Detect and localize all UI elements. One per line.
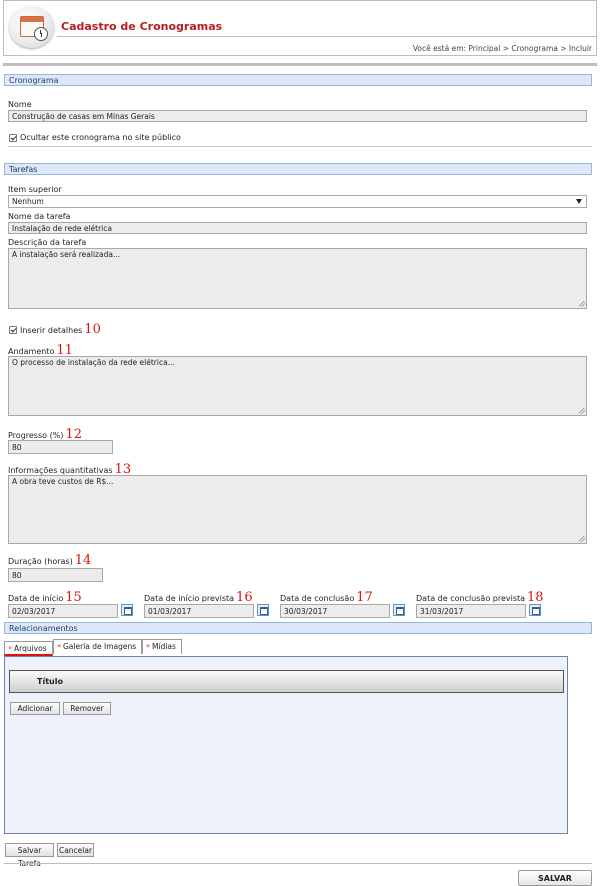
tab-midias[interactable]: » Mídias bbox=[142, 639, 182, 654]
data-conclusao-label: Data de conclusão 17 bbox=[280, 590, 373, 605]
descricao-textarea[interactable]: A instalação será realizada... bbox=[8, 248, 587, 309]
inserir-detalhes-text: Inserir detalhes bbox=[20, 326, 83, 335]
duracao-input[interactable]: 80 bbox=[8, 568, 103, 582]
inserir-detalhes-checkbox[interactable] bbox=[9, 326, 17, 334]
section-relacionamentos: Relacionamentos bbox=[4, 622, 592, 634]
item-superior-select[interactable]: Nenhum bbox=[8, 195, 587, 208]
remover-button[interactable]: Remover bbox=[63, 702, 111, 715]
annotation-number: 18 bbox=[527, 590, 544, 605]
tab-label: Galeria de Imagens bbox=[63, 642, 137, 651]
calendar-icon[interactable] bbox=[121, 604, 133, 616]
tab-galeria-imagens[interactable]: » Galeria de Imagens bbox=[53, 639, 142, 654]
andamento-text: Andamento bbox=[8, 347, 55, 356]
calendar-icon[interactable] bbox=[529, 604, 541, 616]
data-conclusao-input[interactable]: 30/03/2017 bbox=[280, 604, 390, 618]
annotation-number: 15 bbox=[65, 590, 82, 605]
chevron-down-icon: » bbox=[146, 642, 151, 650]
andamento-textarea[interactable]: O processo de instalação da rede elétric… bbox=[8, 356, 587, 416]
calendar-clock-icon bbox=[9, 6, 54, 48]
data-inicio-label: Data de início 15 bbox=[8, 590, 82, 605]
annotation-number: 16 bbox=[236, 590, 253, 605]
nome-input[interactable]: Construção de casas em Minas Gerais bbox=[8, 110, 587, 122]
descricao-value: A instalação será realizada... bbox=[12, 250, 121, 259]
data-inicio-prevista-text: Data de início prevista bbox=[144, 594, 235, 603]
data-conclusao-text: Data de conclusão bbox=[280, 594, 355, 603]
annotation-number: 10 bbox=[84, 322, 101, 337]
duracao-label: Duração (horas) 14 bbox=[8, 553, 91, 568]
nome-label: Nome bbox=[8, 100, 32, 109]
section-cronograma: Cronograma bbox=[4, 74, 592, 86]
resize-grip-icon[interactable] bbox=[579, 301, 585, 307]
inserir-detalhes-label: Inserir detalhes 10 bbox=[20, 322, 101, 337]
tab-arquivos[interactable]: » Arquivos bbox=[4, 641, 53, 656]
header-bottom-bar bbox=[3, 63, 597, 66]
nome-tarefa-label: Nome da tarefa bbox=[8, 212, 71, 221]
duracao-text: Duração (horas) bbox=[8, 557, 73, 566]
annotation-number: 14 bbox=[74, 553, 92, 568]
andamento-value: O processo de instalação da rede elétric… bbox=[12, 358, 175, 367]
info-quant-textarea[interactable]: A obra teve custos de R$... bbox=[8, 475, 587, 544]
divider bbox=[8, 146, 592, 147]
progresso-text: Progresso (%) bbox=[8, 431, 64, 440]
chevron-down-icon bbox=[576, 199, 582, 204]
divider bbox=[4, 863, 592, 864]
data-inicio-prevista-label: Data de início prevista 16 bbox=[144, 590, 253, 605]
tab-label: Arquivos bbox=[14, 644, 47, 653]
adicionar-button[interactable]: Adicionar bbox=[10, 702, 60, 715]
data-inicio-input[interactable]: 02/03/2017 bbox=[8, 604, 118, 618]
chevron-down-icon: » bbox=[57, 642, 62, 650]
page-title: Cadastro de Cronogramas bbox=[61, 20, 223, 33]
calendar-icon[interactable] bbox=[257, 604, 269, 616]
chevron-down-icon: » bbox=[8, 644, 13, 652]
header-divider bbox=[57, 36, 596, 37]
progresso-input[interactable]: 80 bbox=[8, 440, 113, 454]
info-quant-value: A obra teve custos de R$... bbox=[12, 477, 114, 486]
annotation-number: 17 bbox=[356, 590, 373, 605]
breadcrumb: Você está em: Principal > Cronograma > I… bbox=[412, 44, 592, 53]
resize-grip-icon[interactable] bbox=[579, 536, 585, 542]
table-header-titulo[interactable]: Título bbox=[9, 670, 564, 693]
info-quant-text: Informações quantitativas bbox=[8, 466, 113, 475]
section-tarefas: Tarefas bbox=[4, 163, 592, 175]
salvar-tarefa-button[interactable]: Salvar Tarefa bbox=[5, 843, 54, 868]
descricao-label: Descrição da tarefa bbox=[8, 238, 87, 247]
data-conclusao-prevista-label: Data de conclusão prevista 18 bbox=[416, 590, 544, 605]
calendar-icon[interactable] bbox=[393, 604, 405, 616]
salvar-button[interactable]: SALVAR bbox=[518, 870, 592, 886]
data-conclusao-prevista-input[interactable]: 31/03/2017 bbox=[416, 604, 526, 618]
nome-tarefa-input[interactable]: Instalação de rede elétrica bbox=[8, 222, 587, 234]
tab-label: Mídias bbox=[152, 642, 176, 651]
ocultar-label: Ocultar este cronograma no site público bbox=[20, 133, 181, 142]
ocultar-checkbox[interactable] bbox=[9, 134, 17, 142]
item-superior-value: Nenhum bbox=[12, 197, 44, 206]
cancelar-button[interactable]: Cancelar bbox=[57, 843, 94, 857]
data-inicio-text: Data de início bbox=[8, 594, 64, 603]
resize-grip-icon[interactable] bbox=[579, 408, 585, 414]
data-conclusao-prevista-text: Data de conclusão prevista bbox=[416, 594, 526, 603]
item-superior-label: Item superior bbox=[8, 185, 62, 194]
data-inicio-prevista-input[interactable]: 01/03/2017 bbox=[144, 604, 254, 618]
